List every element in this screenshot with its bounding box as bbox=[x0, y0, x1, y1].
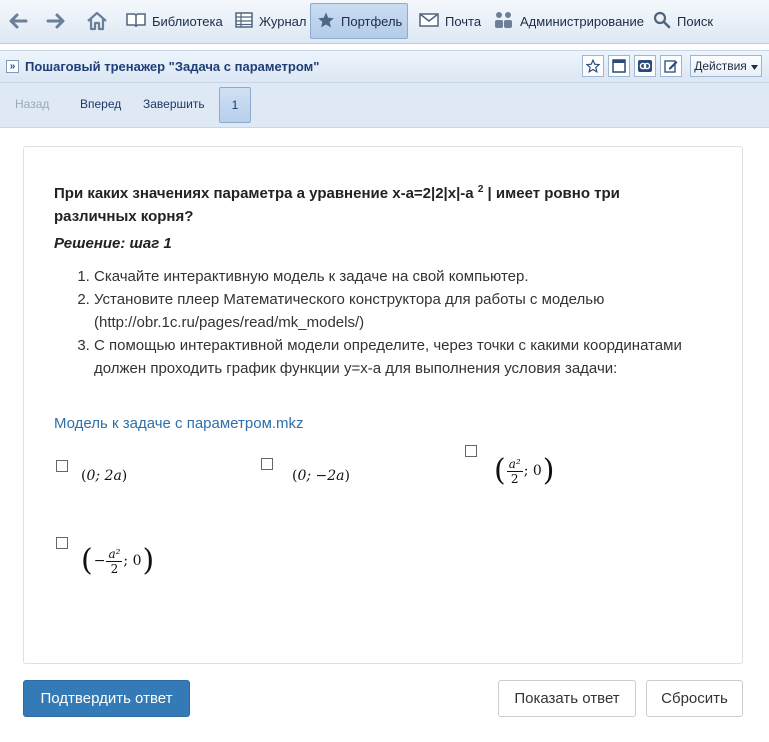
back-button[interactable]: Назад bbox=[15, 97, 49, 111]
nav-administration-label: Администрирование bbox=[520, 13, 644, 29]
magnifier-icon bbox=[653, 11, 671, 32]
option-4-checkbox[interactable] bbox=[56, 537, 68, 549]
option-2-label: (0; −2a) bbox=[292, 468, 350, 484]
share-link-icon[interactable] bbox=[634, 55, 656, 77]
actions-dropdown[interactable]: Действия bbox=[690, 55, 762, 77]
window-icon[interactable] bbox=[608, 55, 630, 77]
nav-mail[interactable]: Почта bbox=[413, 3, 487, 39]
nav-portfolio-label: Портфель bbox=[341, 13, 403, 29]
nav-administration[interactable]: Администрирование bbox=[488, 3, 650, 39]
question-text: При каких значениях параметра а уравнени… bbox=[54, 185, 474, 202]
instruction-item: Установите плеер Математического констру… bbox=[94, 288, 714, 334]
nav-search[interactable]: Поиск bbox=[647, 3, 719, 39]
option-4-label: ( − a² 2 ; 0 ) bbox=[81, 543, 155, 578]
home-icon[interactable] bbox=[85, 3, 109, 39]
nav-journal-label: Журнал bbox=[259, 13, 307, 29]
mail-icon bbox=[419, 12, 439, 31]
option-2-checkbox[interactable] bbox=[261, 458, 273, 470]
step-instructions-list: Скачайте интерактивную модель к задаче н… bbox=[54, 265, 714, 380]
forward-arrow-icon[interactable] bbox=[44, 3, 68, 39]
fraction: a² 2 bbox=[106, 546, 123, 576]
nav-library-label: Библиотека bbox=[152, 13, 223, 29]
back-arrow-icon[interactable] bbox=[6, 3, 30, 39]
admin-users-icon bbox=[494, 11, 514, 32]
nav-search-label: Поиск bbox=[677, 13, 714, 29]
nav-portfolio[interactable]: Портфель bbox=[310, 3, 408, 39]
fraction-numerator: a² bbox=[506, 456, 523, 472]
reset-button[interactable]: Сбросить bbox=[646, 680, 743, 717]
option-3-checkbox[interactable] bbox=[465, 445, 477, 457]
nav-library[interactable]: Библиотека bbox=[120, 3, 229, 39]
star-icon bbox=[317, 11, 335, 32]
instruction-item: С помощью интерактивной модели определит… bbox=[94, 334, 714, 380]
fraction-denominator: 2 bbox=[110, 561, 119, 576]
actions-label: Действия bbox=[694, 59, 747, 73]
document-title: Пошаговый тренажер "Задача с параметром" bbox=[25, 59, 320, 74]
show-answer-button[interactable]: Показать ответ bbox=[498, 680, 636, 717]
edit-icon[interactable] bbox=[660, 55, 682, 77]
chevron-down-icon bbox=[750, 59, 758, 73]
page-1-button[interactable]: 1 bbox=[219, 87, 251, 123]
minus-sign: − bbox=[93, 553, 106, 569]
option-1-checkbox[interactable] bbox=[56, 460, 68, 472]
finish-button[interactable]: Завершить bbox=[143, 97, 205, 111]
top-navigation-bar: Библиотека Журнал Портфель Почта Админис… bbox=[0, 0, 769, 44]
task-question: При каких значениях параметра а уравнени… bbox=[54, 178, 694, 228]
model-download-link[interactable]: Модель к задаче с параметром.mkz bbox=[54, 415, 304, 432]
nav-mail-label: Почта bbox=[445, 13, 482, 29]
question-exponent: 2 bbox=[477, 184, 484, 195]
instruction-item: Скачайте интерактивную модель к задаче н… bbox=[94, 265, 714, 288]
book-icon bbox=[126, 12, 146, 31]
confirm-answer-button[interactable]: Подтвердить ответ bbox=[23, 680, 190, 717]
step-toolbar: Назад Вперед Завершить 1 bbox=[0, 83, 769, 128]
option-3-tail: ; 0 bbox=[523, 463, 542, 479]
task-card: При каких значениях параметра а уравнени… bbox=[23, 146, 743, 664]
fraction: a² 2 bbox=[506, 456, 523, 486]
fraction-numerator: a² bbox=[106, 546, 123, 562]
step-title: Решение: шаг 1 bbox=[54, 235, 172, 252]
fraction-denominator: 2 bbox=[510, 471, 519, 486]
forward-button[interactable]: Вперед bbox=[80, 97, 121, 111]
nav-journal[interactable]: Журнал bbox=[229, 3, 312, 39]
option-3-label: ( a² 2 ; 0 ) bbox=[494, 453, 555, 488]
journal-grid-icon bbox=[235, 11, 253, 31]
option-1-label: (0; 2a) bbox=[81, 468, 128, 484]
option-4-tail: ; 0 bbox=[123, 553, 142, 569]
favorite-star-icon[interactable] bbox=[582, 55, 604, 77]
expand-panel-icon[interactable]: » bbox=[6, 60, 19, 73]
document-title-bar: » Пошаговый тренажер "Задача с параметро… bbox=[0, 50, 769, 83]
